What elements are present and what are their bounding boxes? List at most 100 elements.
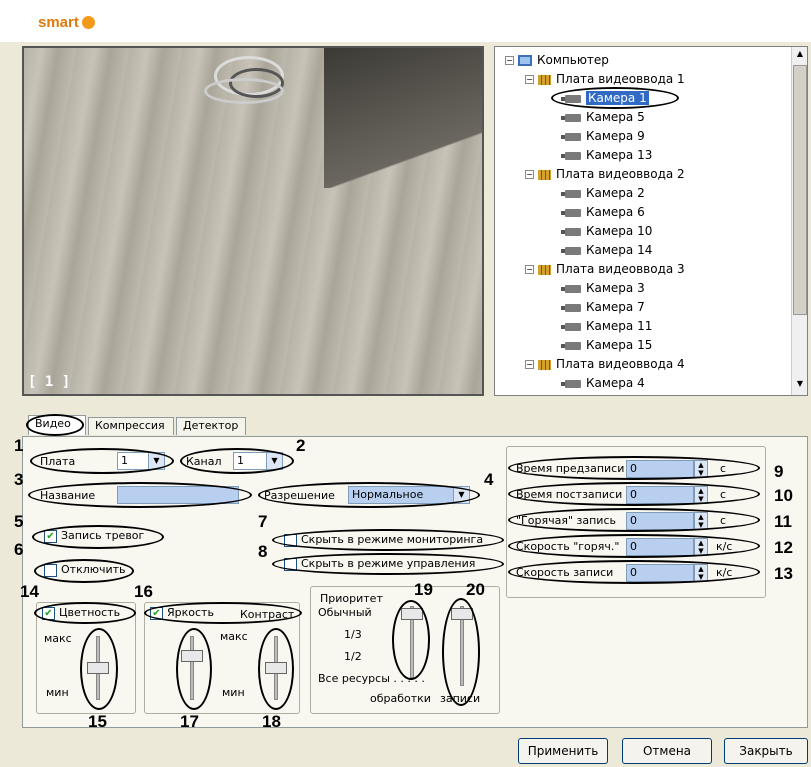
tree-camera[interactable]: Камера 10 [561,222,652,240]
priority-title: Приоритет [320,592,383,605]
tree-camera[interactable]: Камера 13 [561,146,652,164]
processing-label: обработки [370,692,431,705]
callout-ring [508,560,760,584]
scroll-up-icon[interactable]: ▲ [794,49,806,63]
callout-ring [508,534,760,558]
callout-number: 9 [774,462,784,481]
callout-number: 5 [14,512,24,531]
callout-number: 3 [14,470,24,489]
tree-board[interactable]: − Плата видеоввода 2 [525,165,685,183]
tree-board[interactable]: − Плата видеоввода 1 [525,70,685,88]
camera-icon [561,246,581,255]
min-label: мин [46,686,69,699]
callout-ring [442,598,480,706]
callout-ring [258,628,294,710]
callout-ring [176,628,212,710]
video-preview[interactable]: [ 1 ] [22,46,484,396]
callout-ring [272,553,504,575]
camera-icon [561,322,581,331]
cancel-button[interactable]: Отмена [622,738,712,764]
min-label: мин [222,686,245,699]
callout-number: 13 [774,564,793,583]
tree-camera[interactable]: Камера 9 [561,127,645,145]
callout-number: 20 [466,580,485,599]
callout-ring [34,602,136,624]
callout-ring [80,628,118,710]
tree-camera[interactable]: Камера 4 [561,374,645,392]
header-bar: smart [0,0,811,42]
scroll-down-icon[interactable]: ▼ [794,379,806,393]
tree-camera[interactable]: Камера 7 [561,298,645,316]
board-icon [538,359,551,370]
tree-root[interactable]: − Компьютер [505,51,609,69]
tree-camera[interactable]: Камера 14 [561,241,652,259]
camera-icon [561,379,581,388]
camera-icon [561,227,581,236]
callout-ring [272,529,504,551]
priority-level: 1/2 [344,650,362,663]
camera-icon [561,151,581,160]
callout-ring [28,482,252,508]
callout-ring [144,602,302,624]
camera-icon [561,303,581,312]
callout-number: 14 [20,582,39,601]
callout-number: 2 [296,436,306,455]
tree-camera[interactable]: Камера 5 [561,108,645,126]
tab-compression[interactable]: Компрессия [88,417,174,435]
apply-button[interactable]: Применить [518,738,608,764]
board-icon [538,264,551,275]
callout-ring [258,482,480,508]
video-wall-shadow [324,48,482,188]
callout-number: 16 [134,582,153,601]
camera-icon [561,132,581,141]
tree-camera[interactable]: Камера 2 [561,184,645,202]
camera-icon [561,113,581,122]
tree-board[interactable]: − Плата видеоввода 4 [525,355,685,373]
callout-number: 12 [774,538,793,557]
callout-ring [508,508,760,532]
callout-ring [508,456,760,480]
max-label: макс [220,630,248,643]
callout-ring [392,600,430,680]
callout-ring [32,525,164,549]
callout-number: 4 [484,470,494,489]
callout-ring [180,448,294,474]
callout-number: 15 [88,712,107,731]
tree-camera[interactable]: Камера 6 [561,203,645,221]
max-label: макс [44,632,72,645]
priority-level: 1/3 [344,628,362,641]
callout-ring [508,482,760,506]
device-tree[interactable]: − Компьютер − Плата видеоввода 1 Камера 1 … [494,46,808,396]
camera-icon [561,341,581,350]
computer-icon [518,55,532,66]
callout-number: 11 [774,512,792,531]
callout-number: 18 [262,712,281,731]
logo-icon [81,16,95,29]
tab-detector[interactable]: Детектор [176,417,246,435]
callout-number: 17 [180,712,199,731]
callout-number: 19 [414,580,433,599]
video-cable [204,78,284,104]
camera-icon [561,284,581,293]
tree-camera[interactable]: Камера 11 [561,317,652,335]
camera-icon [561,189,581,198]
callout-number: 1 [14,436,24,455]
callout-ring [551,87,679,109]
tree-scrollbar[interactable]: ▲ ▼ [791,47,807,395]
callout-number: 7 [258,512,268,531]
tree-board[interactable]: − Плата видеоввода 3 [525,260,685,278]
scroll-thumb[interactable] [793,65,807,315]
callout-number: 8 [258,542,268,561]
callout-number: 6 [14,540,24,559]
tree-camera[interactable]: Камера 3 [561,279,645,297]
callout-ring [34,559,134,583]
priority-level: Обычный [318,606,372,619]
tree-camera[interactable]: Камера 15 [561,336,652,354]
app-logo: smart [38,14,95,31]
callout-number: 10 [774,486,793,505]
board-icon [538,169,551,180]
board-icon [538,74,551,85]
video-channel-label: [ 1 ] [28,374,71,390]
close-button[interactable]: Закрыть [724,738,808,764]
camera-icon [561,208,581,217]
